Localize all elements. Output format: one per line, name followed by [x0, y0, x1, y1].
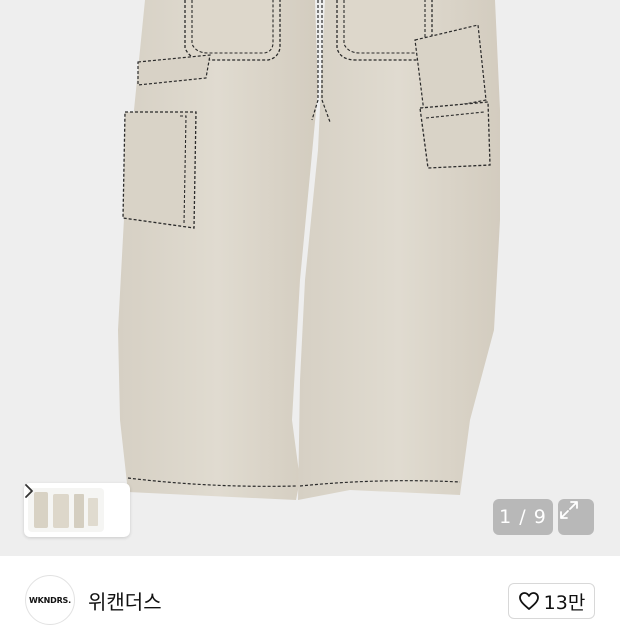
heart-outline-icon: [518, 592, 539, 610]
brand-logo-text: WKNDRS.: [29, 595, 71, 605]
expand-icon: [560, 501, 578, 519]
thumbnail-strip[interactable]: [24, 483, 130, 537]
like-count: 13만: [543, 591, 586, 614]
like-button[interactable]: 13만: [508, 583, 595, 619]
thumbnail-image[interactable]: [28, 488, 104, 532]
brand-name[interactable]: 위캔더스: [88, 586, 162, 615]
expand-button[interactable]: [558, 499, 594, 535]
product-photo-pants: [118, 0, 500, 500]
thumbnail-pants-icon: [34, 492, 98, 528]
brand-logo[interactable]: WKNDRS.: [25, 575, 75, 625]
image-counter: 1 / 9: [493, 499, 553, 535]
product-image-gallery[interactable]: 1 / 9: [0, 0, 620, 556]
